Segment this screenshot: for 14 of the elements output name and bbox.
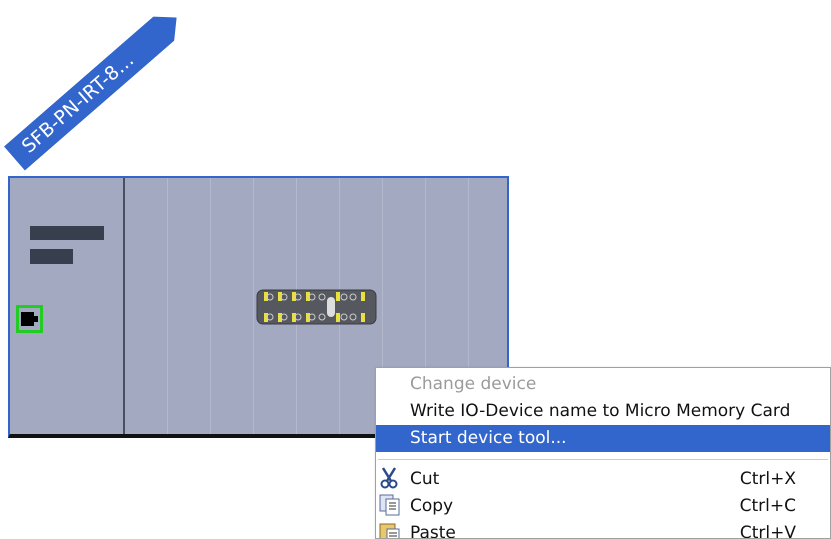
rack-bar [30, 249, 73, 264]
scissors-icon [379, 466, 399, 489]
shortcut-label: Ctrl+X [740, 468, 796, 491]
io-module-drawing[interactable] [256, 289, 377, 325]
shortcut-label: Ctrl+V [740, 522, 796, 538]
menu-item[interactable]: Write IO-Device name to Micro Memory Card [376, 398, 830, 425]
menu-item[interactable]: Paste Ctrl+V [376, 520, 830, 538]
menu-item[interactable]: Copy Ctrl+C [376, 493, 830, 520]
copy-icon [379, 494, 401, 516]
menu-item[interactable]: Cut Ctrl+X [376, 466, 830, 493]
connector-icon [21, 312, 38, 326]
menu-item[interactable]: Start device tool... [376, 425, 830, 452]
shortcut-label: Ctrl+C [740, 494, 796, 518]
ethernet-port[interactable] [16, 305, 43, 333]
